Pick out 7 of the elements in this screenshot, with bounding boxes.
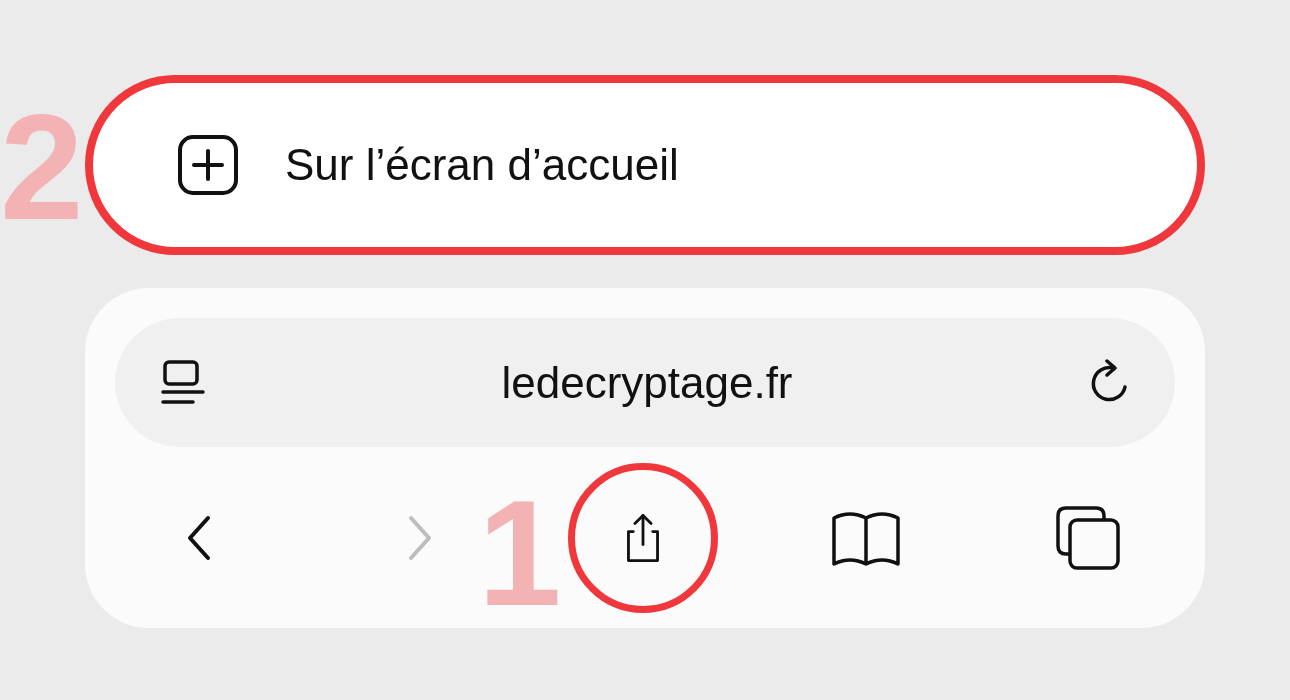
add-square-icon [177, 134, 239, 196]
reader-icon [159, 358, 207, 407]
step-number: 2 [0, 92, 84, 242]
step-number: 1 [478, 478, 562, 628]
url-text: ledecryptage.fr [501, 357, 793, 408]
address-bar[interactable]: ledecryptage.fr [115, 318, 1175, 447]
menu-item[interactable]: Sur l’écran d’accueil [85, 75, 1205, 255]
